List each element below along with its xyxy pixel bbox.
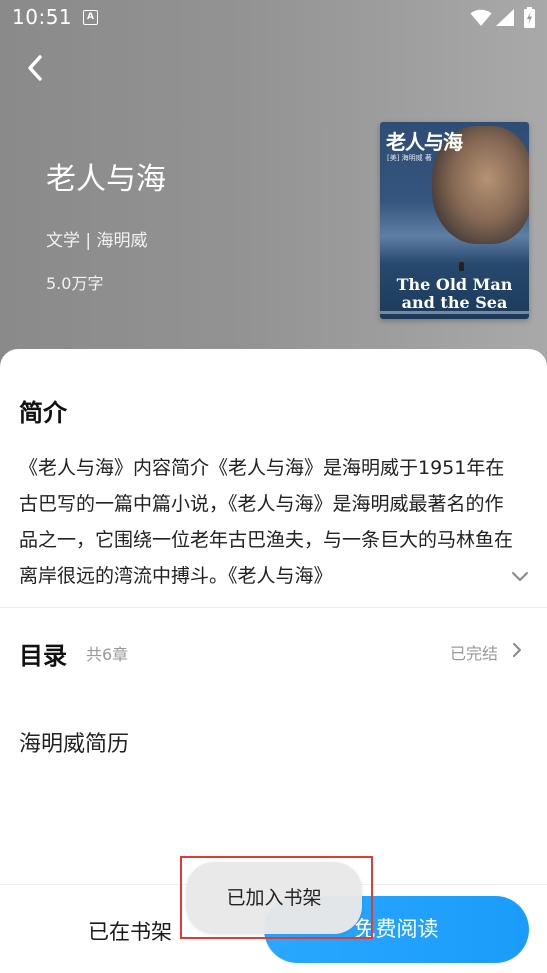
cover-subtitle: [美] 海明威 著 [387, 154, 432, 162]
cover-title-en-line1: The Old Man [396, 275, 513, 294]
cover-footer-strip [380, 311, 529, 314]
toc-status-link[interactable]: 已完结 [450, 640, 498, 664]
status-bar: 10:51 A [0, 0, 547, 38]
book-title: 老人与海 [46, 162, 166, 197]
battery-charging-icon [524, 7, 535, 28]
book-category-author: 文学 | 海明威 [46, 231, 148, 251]
cover-title-cn: 老人与海 [386, 130, 463, 154]
book-cover: 老人与海 [美] 海明威 著 The Old Man and the Sea [380, 122, 529, 319]
signal-icon [496, 9, 514, 26]
notification-icon: A [83, 10, 98, 25]
intro-heading: 简介 [19, 398, 67, 427]
back-button[interactable] [18, 48, 54, 88]
cover-title-en: The Old Man and the Sea [380, 276, 529, 312]
status-time: 10:51 [12, 5, 73, 29]
book-header: 10:51 A 老人与海 文学 | 海明威 5.0万字 老人与海 [美] 海明威… [0, 0, 547, 380]
section-divider [0, 607, 547, 608]
chevron-right-icon[interactable] [510, 642, 524, 658]
wifi-icon [470, 9, 492, 26]
chapter-item[interactable]: 海明威简历 [19, 726, 129, 758]
toc-heading: 目录 [19, 641, 67, 670]
expand-intro-button[interactable] [508, 565, 532, 589]
cover-title-en-line2: and the Sea [401, 293, 508, 312]
added-to-shelf-toast: 已加入书架 [186, 862, 362, 934]
chevron-left-icon [28, 55, 42, 81]
toc-chapter-count: 共6章 [86, 645, 129, 664]
cover-boat [459, 262, 464, 271]
chevron-down-icon [512, 572, 528, 581]
book-word-count: 5.0万字 [46, 274, 104, 293]
in-bookshelf-button[interactable]: 已在书架 [88, 916, 172, 946]
